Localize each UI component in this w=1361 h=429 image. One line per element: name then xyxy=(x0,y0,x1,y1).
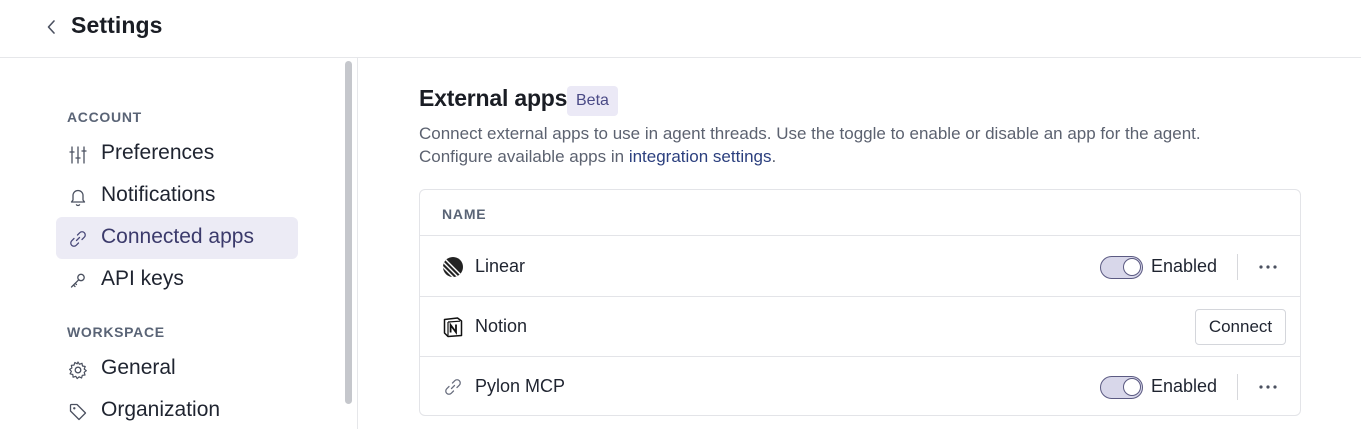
more-horizontal-icon xyxy=(1259,385,1277,389)
header: Settings xyxy=(0,0,1361,58)
chevron-left-icon xyxy=(47,20,55,34)
apps-table: NAME Linear Enabled Notion Connect Pylon… xyxy=(419,189,1301,416)
sliders-icon xyxy=(69,146,87,164)
sidebar-section-account: ACCOUNT xyxy=(67,109,142,125)
sidebar-item-label: Organization xyxy=(101,398,221,421)
sidebar-item-label: Notifications xyxy=(101,183,216,206)
more-options-button[interactable] xyxy=(1256,255,1280,279)
toggle-status-label: Enabled xyxy=(1151,256,1218,276)
link-icon xyxy=(445,379,461,395)
description-line: Connect external apps to use in agent th… xyxy=(419,124,1201,143)
sidebar-item-organization[interactable]: Organization xyxy=(56,390,298,429)
main-content: External apps Beta Connect external apps… xyxy=(359,58,1361,429)
sidebar-item-label: API keys xyxy=(101,267,184,290)
toggle-knob xyxy=(1123,258,1141,276)
link-icon xyxy=(70,231,86,247)
column-header-name: NAME xyxy=(442,206,487,222)
table-row-linear: Linear Enabled xyxy=(420,237,1300,297)
more-options-button[interactable] xyxy=(1256,375,1280,399)
sidebar-item-label: Connected apps xyxy=(101,225,254,248)
sidebar-scrollbar[interactable] xyxy=(345,61,352,404)
section-description: Connect external apps to use in agent th… xyxy=(419,122,1319,168)
sidebar-item-label: General xyxy=(101,356,176,379)
app-name: Pylon MCP xyxy=(475,376,566,396)
sidebar-item-api-keys[interactable]: API keys xyxy=(56,259,298,301)
key-icon xyxy=(70,273,85,288)
table-header: NAME xyxy=(420,190,1300,236)
description-text: . xyxy=(771,147,777,166)
notion-logo-icon xyxy=(443,317,463,338)
back-button[interactable] xyxy=(44,16,60,38)
enable-toggle[interactable] xyxy=(1100,376,1143,399)
beta-badge: Beta xyxy=(567,86,618,116)
gear-icon xyxy=(69,361,87,380)
tag-icon xyxy=(69,403,87,421)
row-divider xyxy=(1237,254,1238,280)
sidebar-item-general[interactable]: General xyxy=(56,348,298,390)
table-row-notion: Notion Connect xyxy=(420,297,1300,357)
sidebar-item-connected-apps[interactable]: Connected apps xyxy=(56,217,298,259)
description-text: Configure available apps in xyxy=(419,147,629,166)
page-title: Settings xyxy=(71,12,163,38)
connect-button[interactable]: Connect xyxy=(1195,309,1286,345)
more-horizontal-icon xyxy=(1259,265,1277,269)
sidebar-section-workspace: WORKSPACE xyxy=(67,324,165,340)
sidebar-item-notifications[interactable]: Notifications xyxy=(56,175,298,217)
sidebar-item-preferences[interactable]: Preferences xyxy=(56,133,298,175)
integration-settings-link[interactable]: integration settings xyxy=(629,147,772,166)
toggle-knob xyxy=(1123,378,1141,396)
toggle-status-label: Enabled xyxy=(1151,376,1218,396)
bell-icon xyxy=(70,189,86,207)
app-name: Linear xyxy=(475,256,526,276)
section-title: External apps xyxy=(419,85,568,111)
sidebar-item-label: Preferences xyxy=(101,141,215,164)
app-name: Notion xyxy=(475,316,528,336)
table-row-pylon-mcp: Pylon MCP Enabled xyxy=(420,357,1300,417)
enable-toggle[interactable] xyxy=(1100,256,1143,279)
linear-logo-icon xyxy=(443,257,463,277)
row-divider xyxy=(1237,374,1238,400)
sidebar: ACCOUNT Preferences Notifications Connec… xyxy=(0,58,358,429)
